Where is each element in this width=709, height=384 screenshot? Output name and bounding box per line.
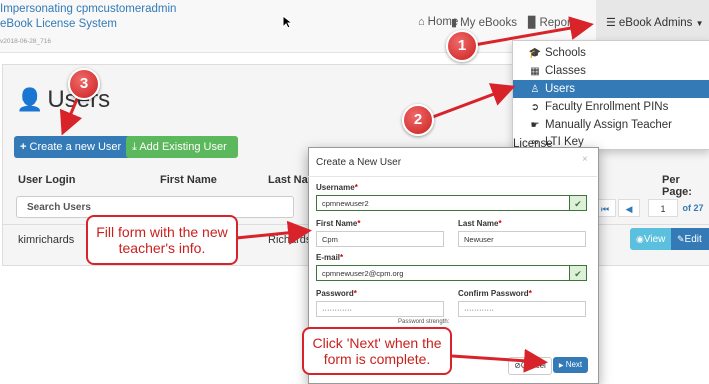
callout-fill-form: Fill form with the new teacher's info.: [86, 215, 238, 265]
callout-click-next: Click 'Next' when the form is complete.: [302, 327, 452, 375]
step-badge-1: 1: [446, 30, 478, 62]
arrow-to-users-item: [429, 83, 516, 120]
arrow-to-next-button: [451, 348, 548, 373]
arrow-to-form: [235, 220, 312, 245]
step-badge-2: 2: [402, 104, 434, 136]
step-badge-3: 3: [68, 68, 100, 100]
annotation-arrows: [59, 16, 594, 373]
arrow-to-admins-menu: [473, 16, 594, 47]
